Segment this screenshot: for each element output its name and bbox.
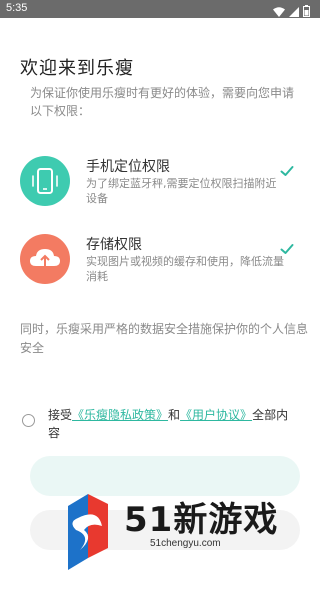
check-icon <box>280 162 294 181</box>
agree-prefix: 接受 <box>48 408 73 422</box>
status-bar: 5:35 <box>0 0 320 18</box>
security-note: 同时，乐瘦采用严格的数据安全措施保护你的个人信息安全 <box>20 322 309 355</box>
agree-and: 和 <box>168 408 181 422</box>
dialog-intro: 为保证你使用乐瘦时有更好的体验，需要向您申请以下权限： <box>30 86 295 118</box>
permission-title: 手机定位权限 <box>86 159 170 175</box>
dialog-title: 欢迎来到乐瘦 <box>20 58 134 79</box>
permission-desc: 实现图片或视频的缓存和使用，降低流量消耗 <box>86 255 284 283</box>
cloud-upload-icon <box>20 234 70 284</box>
permission-desc: 为了绑定蓝牙秤,需要定位权限扫描附近设备 <box>86 177 277 205</box>
status-time: 5:35 <box>6 2 28 14</box>
permission-location: 手机定位权限 为了绑定蓝牙秤,需要定位权限扫描附近设备 <box>20 156 310 216</box>
permission-title: 存储权限 <box>86 237 142 253</box>
phone-location-icon <box>20 156 70 206</box>
privacy-policy-link[interactable]: 《乐瘦隐私政策》 <box>72 408 168 422</box>
agree-text: 接受《乐瘦隐私政策》和《用户协议》全部内容 <box>48 406 296 442</box>
user-agreement-link[interactable]: 《用户协议》 <box>180 408 252 422</box>
check-icon <box>280 240 294 259</box>
agree-radio[interactable] <box>22 414 35 427</box>
permission-storage: 存储权限 实现图片或视频的缓存和使用，降低流量消耗 <box>20 234 310 294</box>
watermark-brand: 51新游戏 <box>124 500 279 540</box>
watermark: 51新游戏 51chengyu.com <box>54 478 314 574</box>
watermark-url: 51chengyu.com <box>150 538 221 549</box>
